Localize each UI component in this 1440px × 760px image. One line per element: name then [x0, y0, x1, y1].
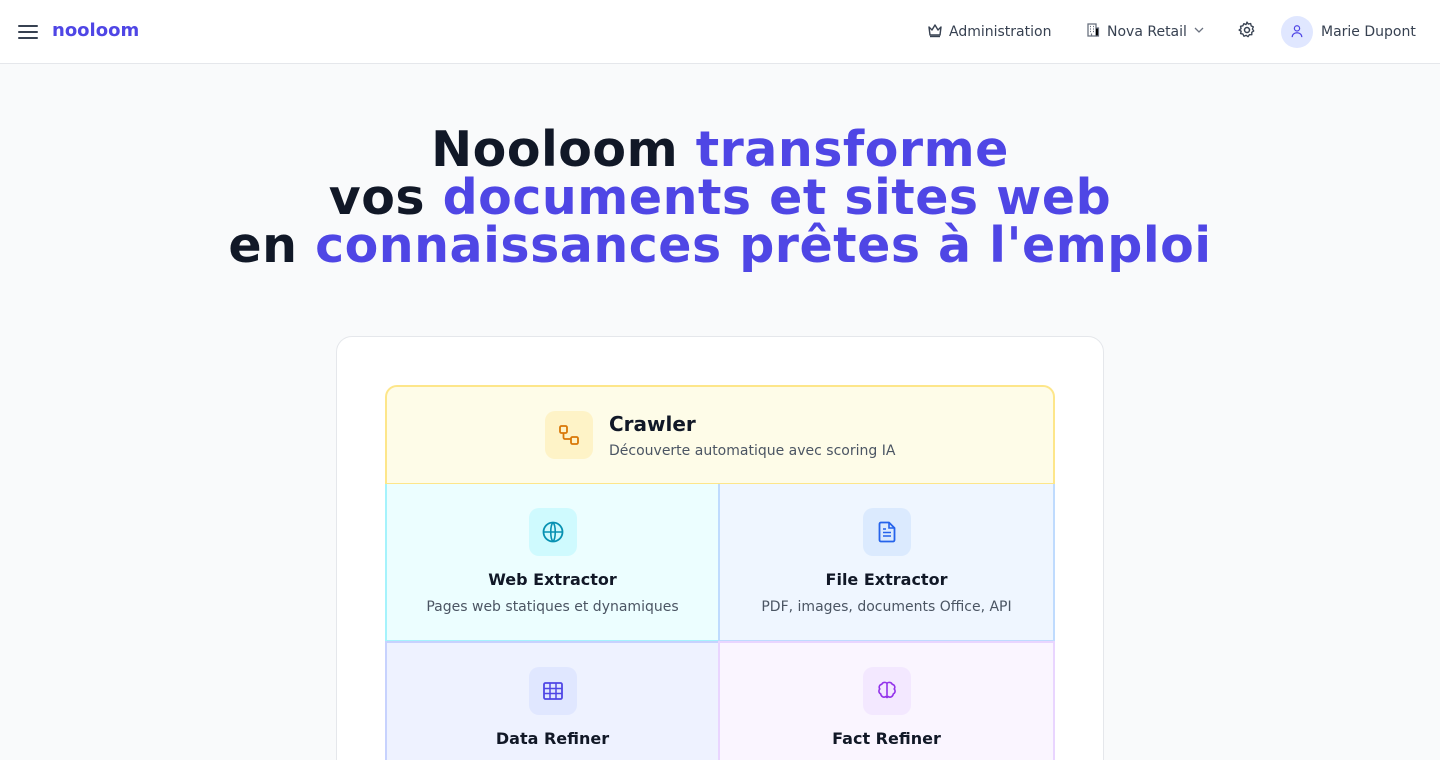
- crown-icon: [927, 22, 943, 42]
- file-extractor-title: File Extractor: [825, 570, 948, 589]
- fact-refiner-module[interactable]: Fact Refiner: [718, 641, 1055, 760]
- file-extractor-module[interactable]: File Extractor PDF, images, documents Of…: [718, 484, 1055, 642]
- gear-icon: [1237, 20, 1257, 44]
- web-extractor-description: Pages web statiques et dynamiques: [426, 599, 679, 615]
- administration-label: Administration: [949, 24, 1052, 40]
- avatar: [1281, 16, 1313, 48]
- data-refiner-module[interactable]: Data Refiner: [385, 641, 720, 760]
- file-extractor-description: PDF, images, documents Office, API: [761, 599, 1012, 615]
- hero-line3-b: connaissances prêtes à l'emploi: [315, 217, 1212, 274]
- settings-button[interactable]: [1235, 20, 1259, 44]
- web-extractor-title: Web Extractor: [488, 570, 617, 589]
- hero-heading: Nooloom transforme vos documents et site…: [0, 125, 1440, 270]
- user-menu[interactable]: Marie Dupont: [1281, 16, 1416, 48]
- app-logo[interactable]: nooloom: [52, 19, 139, 43]
- crawler-module[interactable]: Crawler Découverte automatique avec scor…: [385, 385, 1055, 485]
- administration-link[interactable]: Administration: [927, 20, 1051, 44]
- top-bar: nooloom Administration Nova Retail Marie…: [0, 0, 1440, 64]
- crawler-title: Crawler: [609, 412, 696, 436]
- organization-selector[interactable]: Nova Retail: [1085, 20, 1205, 44]
- file-text-icon: [862, 508, 911, 556]
- web-extractor-module[interactable]: Web Extractor Pages web statiques et dyn…: [385, 484, 720, 642]
- globe-icon: [528, 508, 577, 556]
- workflow-icon: [545, 411, 593, 459]
- data-refiner-title: Data Refiner: [495, 729, 610, 748]
- hero-line3-a: en: [228, 217, 316, 274]
- fact-refiner-title: Fact Refiner: [832, 729, 941, 748]
- user-icon: [1290, 23, 1304, 42]
- crawler-description: Découverte automatique avec scoring IA: [609, 443, 896, 459]
- table-icon: [528, 667, 577, 715]
- menu-icon[interactable]: [16, 20, 40, 44]
- user-name: Marie Dupont: [1321, 24, 1416, 40]
- organization-label: Nova Retail: [1107, 24, 1187, 40]
- chevron-down-icon: [1193, 24, 1205, 40]
- building-icon: [1085, 22, 1101, 42]
- brain-icon: [862, 667, 911, 715]
